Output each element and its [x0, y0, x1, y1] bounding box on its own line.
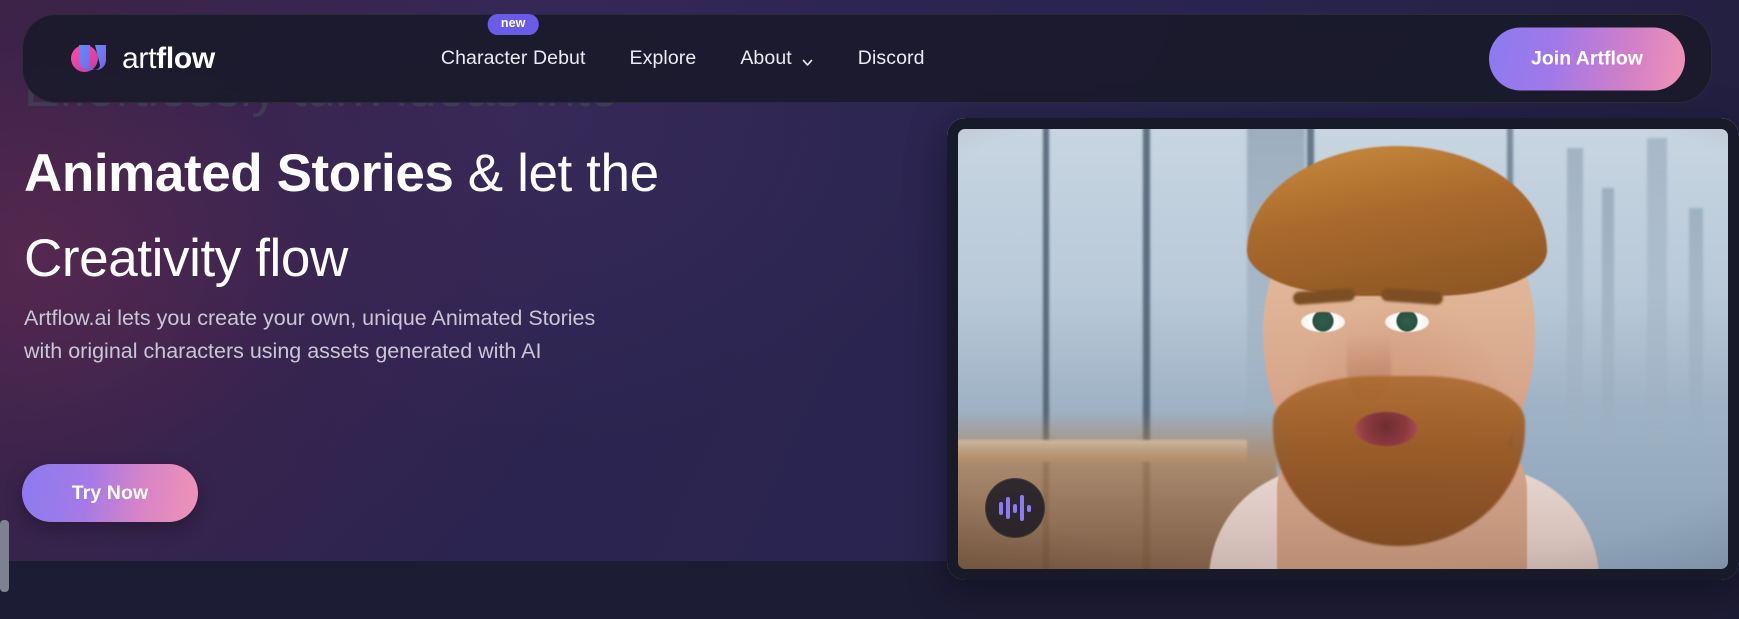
artflow-logo-icon: [71, 39, 111, 79]
page-scrollbar-thumb[interactable]: [0, 520, 9, 592]
join-artflow-button[interactable]: Join Artflow: [1489, 27, 1685, 90]
brand-name-part-2: flow: [156, 41, 215, 75]
new-badge: new: [487, 14, 539, 35]
hero-subtitle-line-1: Artflow.ai lets you create your own, uni…: [24, 306, 596, 330]
brand-logo-link[interactable]: artflow: [71, 39, 215, 79]
brand-name: artflow: [122, 42, 215, 76]
hero-heading-emphasis: Animated Stories: [24, 144, 454, 203]
nav-item-character-debut[interactable]: new Character Debut: [440, 14, 586, 70]
waveform-bar: [1013, 503, 1017, 513]
nav-item-label: Character Debut: [440, 47, 586, 69]
brand-name-part-1: art: [122, 41, 157, 75]
hero-video-card[interactable]: [947, 118, 1739, 580]
nav-item-explore[interactable]: Explore: [630, 47, 697, 70]
nav-item-about[interactable]: About: [740, 47, 813, 70]
audio-waveform-icon[interactable]: [985, 478, 1045, 538]
waveform-bar: [1006, 497, 1010, 519]
nav-item-label: Discord: [857, 47, 925, 69]
waveform-bar: [999, 501, 1003, 515]
hero-subtitle: Artflow.ai lets you create your own, uni…: [24, 302, 724, 368]
chevron-down-icon: [801, 52, 814, 66]
nav-item-label: About: [740, 47, 792, 69]
waveform-bar: [1027, 504, 1031, 512]
top-navigation-bar: artflow new Character Debut Explore Abou…: [22, 14, 1712, 103]
video-vignette: [947, 118, 1739, 580]
artflow-landing-page: Effortlessly turn ideas into Animated St…: [0, 0, 1739, 619]
hero-heading-line-2-rest: & let the: [453, 144, 659, 203]
try-now-button[interactable]: Try Now: [22, 464, 198, 522]
hero-video-scene: [947, 118, 1739, 580]
nav-item-discord[interactable]: Discord: [858, 47, 925, 70]
hero-subtitle-line-2: with original characters using assets ge…: [24, 339, 542, 363]
nav-links: new Character Debut Explore About Discor…: [440, 14, 925, 70]
waveform-bar: [1020, 495, 1024, 521]
nav-item-label: Explore: [629, 47, 697, 69]
hero-heading-line-3: Creativity flow: [24, 229, 348, 288]
